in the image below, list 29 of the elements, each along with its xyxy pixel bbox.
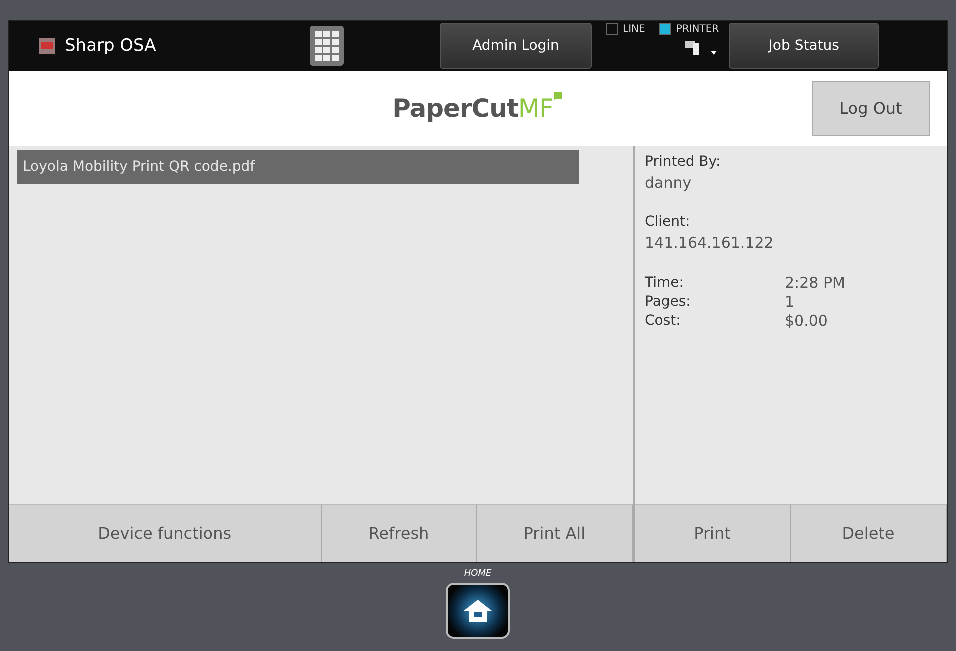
app-icon — [39, 38, 55, 54]
keypad-icon[interactable] — [310, 26, 344, 66]
home-button[interactable] — [446, 583, 510, 639]
home-icon — [463, 599, 493, 623]
detail-value: $0.00 — [785, 312, 829, 331]
home-label: HOME — [464, 569, 492, 579]
logo-flag-icon — [553, 90, 564, 102]
detail-value: danny — [645, 174, 693, 192]
action-button[interactable]: Print — [635, 505, 791, 562]
detail-label: Pages: — [645, 293, 692, 312]
detail-value: 141.164.161.122 — [645, 234, 775, 252]
detail-label: Time: — [645, 274, 685, 293]
status-label: PRINTER — [676, 24, 720, 34]
admin-login-button[interactable]: Admin Login — [440, 23, 592, 69]
action-button[interactable]: Device functions — [9, 505, 322, 562]
detail-value: 1 — [785, 293, 796, 312]
log-out-button[interactable]: Log Out — [812, 81, 930, 136]
status-label: LINE — [623, 24, 646, 34]
detail-label: Client: — [645, 214, 692, 230]
job-item[interactable]: Loyola Mobility Print QR code.pdf — [17, 150, 579, 184]
detail-label: Printed By: — [645, 154, 722, 170]
detail-value: 2:28 PM — [785, 274, 846, 293]
logo: PaperCutMF — [392, 94, 554, 123]
app-title: Sharp OSA — [65, 36, 158, 56]
action-button[interactable]: Print All — [477, 505, 634, 562]
detail-label: Cost: — [645, 312, 682, 331]
action-button[interactable]: Refresh — [322, 505, 478, 562]
action-button[interactable]: Delete — [791, 505, 947, 562]
job-status-button[interactable]: Job Status — [729, 23, 880, 69]
